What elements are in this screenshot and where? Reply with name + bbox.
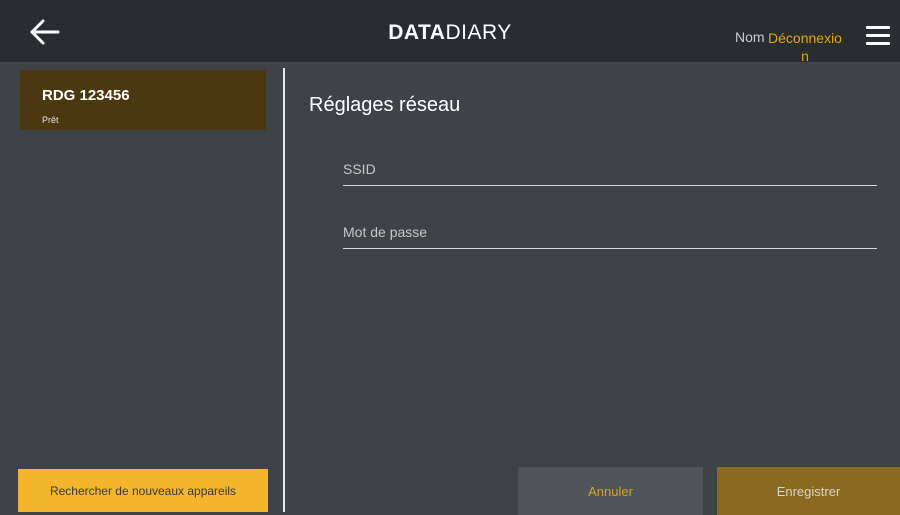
panel-divider [283, 68, 285, 512]
logo-light-text: DIARY [445, 21, 512, 44]
save-button[interactable]: Enregistrer [717, 467, 900, 515]
password-input[interactable] [343, 215, 877, 248]
scan-devices-button[interactable]: Rechercher de nouveaux appareils [18, 469, 268, 512]
password-field [343, 215, 877, 249]
device-sidebar: RDG 123456 Prêt Rechercher de nouveaux a… [0, 62, 283, 515]
app-window: DATADIARY Nom Déconnexion RDG 123456 Prê… [0, 0, 900, 515]
device-list-item[interactable]: RDG 123456 Prêt [20, 70, 266, 130]
device-name: RDG 123456 [42, 87, 130, 104]
ssid-field [343, 152, 877, 186]
cancel-button[interactable]: Annuler [518, 467, 703, 515]
logo-bold-text: DATA [388, 21, 446, 44]
logout-link[interactable]: Déconnexion [765, 29, 845, 65]
user-name: Nom [735, 29, 765, 45]
device-status: Prêt [42, 115, 59, 125]
menu-button[interactable] [866, 26, 890, 46]
page-title: Réglages réseau [309, 94, 461, 116]
ssid-input[interactable] [343, 152, 877, 185]
top-bar: DATADIARY Nom Déconnexion [0, 0, 900, 65]
